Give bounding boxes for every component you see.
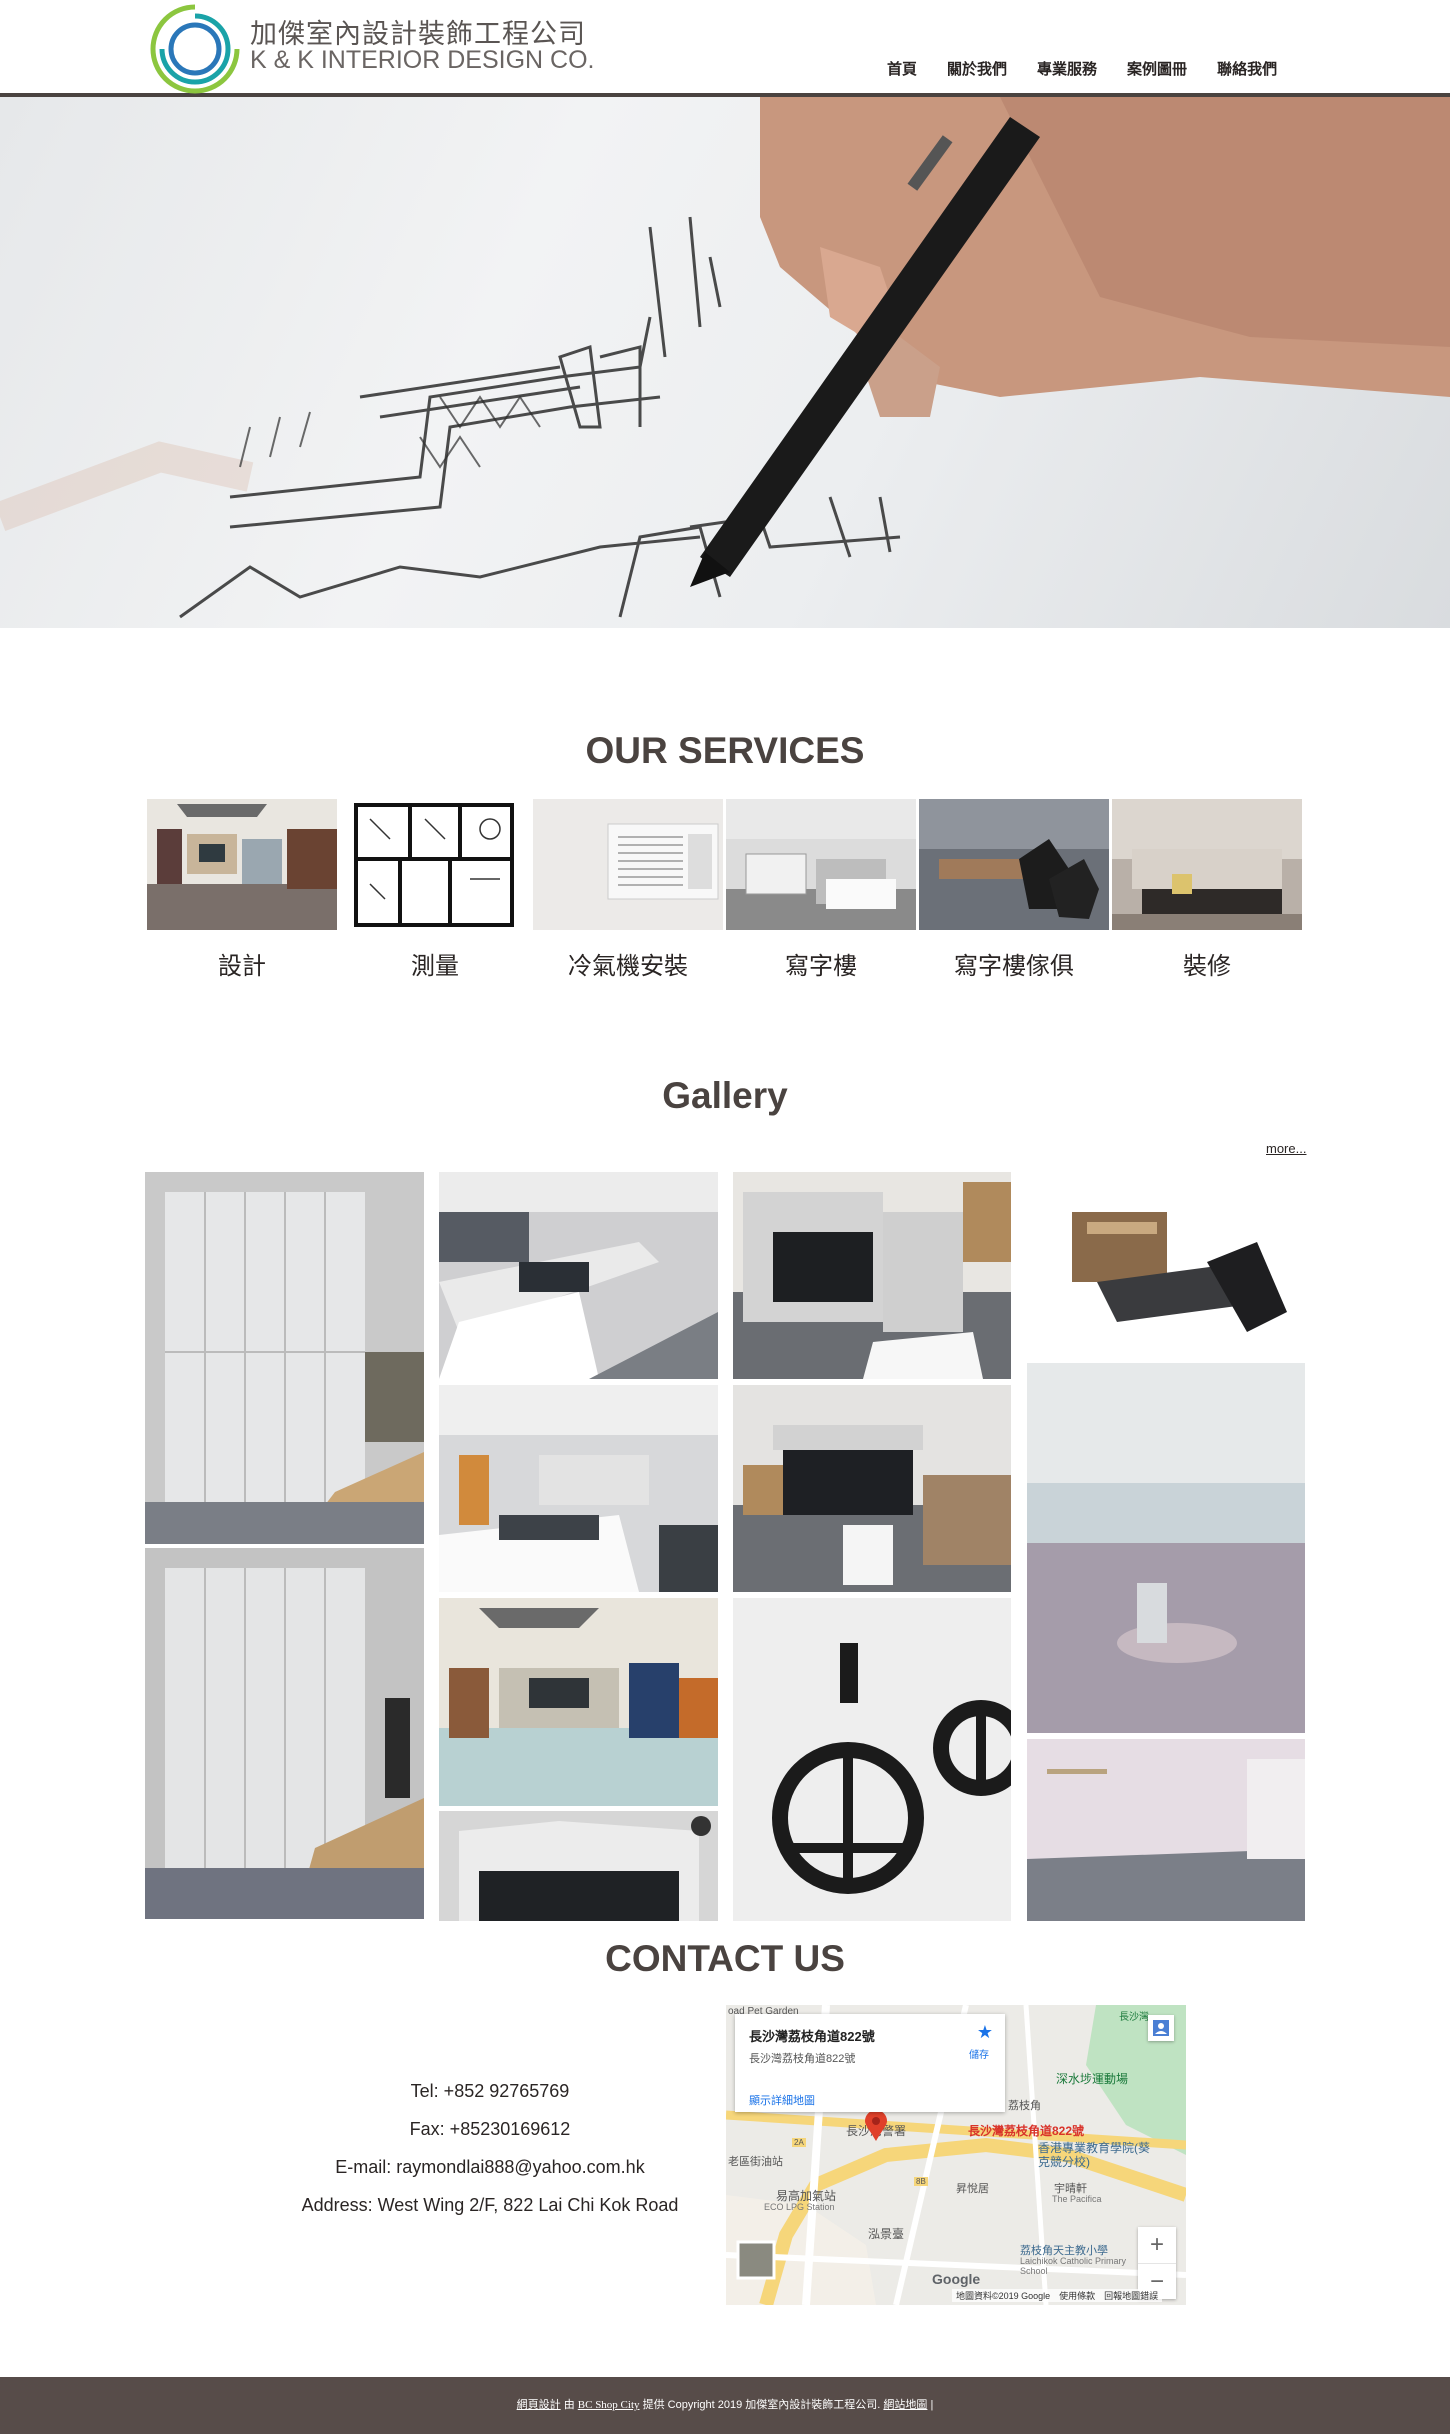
- service-image-renovation[interactable]: [1112, 799, 1302, 930]
- sketch-drawing-illustration: [0, 97, 1450, 619]
- services-title: OUR SERVICES: [585, 730, 865, 771]
- gallery-image-empty-office-1[interactable]: [1027, 1363, 1305, 1733]
- map-label-school: 香港專業教育學院(葵克競分校): [1038, 2141, 1150, 2169]
- gallery-image-partition[interactable]: [439, 1811, 718, 1921]
- contact-address: Address: West Wing 2/F, 822 Lai Chi Kok …: [301, 2195, 679, 2215]
- map-info-card: 長沙灣荔枝角道822號 長沙灣荔枝角道822號 顯示詳細地圖 ★ 儲存: [735, 2014, 1005, 2112]
- map-card-title: 長沙灣荔枝角道822號: [749, 2029, 875, 2044]
- gallery-image-cubicle-2[interactable]: [733, 1385, 1011, 1592]
- service-label-measure[interactable]: 測量: [340, 946, 530, 981]
- nav-item-about[interactable]: 關於我們: [932, 58, 1022, 79]
- map-label-liberte: 昇悅居: [956, 2183, 989, 2195]
- service-label-renovation[interactable]: 裝修: [1112, 946, 1302, 981]
- map-label-cheung-sha-wan: 長沙灣: [1119, 2012, 1149, 2023]
- map-card-subtitle: 長沙灣荔枝角道822號: [749, 2053, 856, 2065]
- map-view-larger-link[interactable]: 顯示詳細地圖: [749, 2092, 815, 2108]
- map-attribution[interactable]: 地圖資料©2019 Google 使用條款 回報地圖錯誤: [952, 2289, 1163, 2302]
- map-label-catholic-school-en: Laichikok Catholic Primary School: [1020, 2256, 1127, 2276]
- main-nav: 首頁 關於我們 專業服務 案例圖冊 聯絡我們: [872, 58, 1292, 79]
- gallery-image-render[interactable]: [439, 1598, 718, 1806]
- gallery-image-workstations-2[interactable]: [439, 1385, 718, 1592]
- service-label-design[interactable]: 設計: [147, 946, 337, 981]
- service-label-office[interactable]: 寫字樓: [726, 946, 916, 981]
- contact-email[interactable]: E-mail: raymondlai888@yahoo.com.hk: [260, 2157, 720, 2178]
- hero-banner-image: [0, 97, 1450, 628]
- google-map[interactable]: oad Pet Garden 長沙灣 深水埗運動場 長沙灣警署 荔枝角 老區街油…: [726, 2005, 1186, 2305]
- gallery-image-desk-set[interactable]: [1027, 1172, 1305, 1358]
- contact-title: CONTACT US: [605, 1938, 845, 1979]
- footer-link-web-design[interactable]: 網頁設計: [517, 2399, 561, 2411]
- map-label-eco-station-en: ECO LPG Station: [764, 2202, 835, 2212]
- account-icon[interactable]: [1148, 2015, 1174, 2041]
- footer-text-by: 由: [563, 2399, 575, 2411]
- map-zoom-in-button[interactable]: +: [1138, 2227, 1176, 2264]
- gallery-more-link[interactable]: more...: [1266, 1141, 1306, 1156]
- gallery-image-cabinet-2[interactable]: [145, 1548, 424, 1919]
- nav-item-home[interactable]: 首頁: [872, 58, 932, 79]
- nav-item-contact[interactable]: 聯絡我們: [1202, 58, 1292, 79]
- gallery-title: Gallery: [662, 1075, 788, 1116]
- nav-item-services[interactable]: 專業服務: [1022, 58, 1112, 79]
- footer-separator: |: [930, 2399, 934, 2411]
- service-label-aircon[interactable]: 冷氣機安裝: [533, 946, 723, 981]
- gallery-image-workstations-1[interactable]: [439, 1172, 718, 1379]
- footer-copyright: 提供 Copyright 2019 加傑室內設計裝飾工程公司.: [642, 2399, 881, 2411]
- map-road-2a: 2A: [792, 2138, 806, 2147]
- map-label-fuel-station: 老區街油站: [728, 2156, 783, 2168]
- map-label-pacifica-en: The Pacifica: [1052, 2194, 1102, 2204]
- footer-link-bc-shop-city[interactable]: BC Shop City: [578, 2399, 640, 2411]
- service-image-office[interactable]: [726, 799, 916, 930]
- google-logo[interactable]: Google: [932, 2271, 980, 2287]
- map-label-lai-chi-kok: 荔枝角: [1008, 2100, 1041, 2112]
- service-label-office-furniture[interactable]: 寫字樓傢俱: [919, 946, 1109, 981]
- gallery-image-wheel-handles[interactable]: [733, 1598, 1011, 1921]
- map-label-sports-ground: 深水埗運動場: [1056, 2072, 1129, 2086]
- brand-name-english[interactable]: K & K INTERIOR DESIGN CO.: [250, 46, 595, 75]
- gallery-image-cubicle-1[interactable]: [733, 1172, 1011, 1379]
- contact-tel: Tel: +852 92765769: [410, 2081, 570, 2101]
- service-image-measure[interactable]: [340, 799, 530, 930]
- save-star-icon[interactable]: ★: [973, 2022, 997, 2042]
- gallery-image-cabinet-1[interactable]: [145, 1172, 424, 1544]
- map-pin-icon[interactable]: [863, 2110, 889, 2141]
- footer-link-sitemap[interactable]: 網站地圖: [883, 2399, 927, 2411]
- gallery-image-empty-office-2[interactable]: [1027, 1739, 1305, 1921]
- map-road-8b: 8B: [914, 2177, 928, 2186]
- service-image-design[interactable]: [147, 799, 337, 930]
- service-image-aircon[interactable]: [533, 799, 723, 930]
- site-footer: 網頁設計 由 BC Shop City 提供 Copyright 2019 加傑…: [0, 2377, 1450, 2434]
- map-pin-label: 長沙灣荔枝角道822號: [968, 2124, 1085, 2138]
- service-image-office-furniture[interactable]: [919, 799, 1109, 930]
- contact-fax: Fax: +85230169612: [409, 2119, 571, 2139]
- nav-item-gallery[interactable]: 案例圖冊: [1112, 58, 1202, 79]
- logo-rings-icon[interactable]: [149, 3, 241, 95]
- map-save-label[interactable]: 儲存: [969, 2046, 989, 2061]
- map-label-hall: 泓景臺: [868, 2227, 905, 2241]
